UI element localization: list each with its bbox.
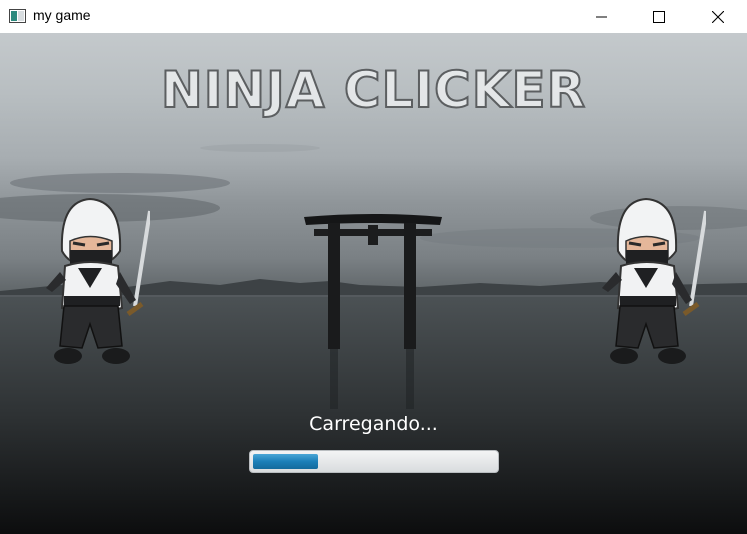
ninja-character-right[interactable]: [596, 196, 706, 371]
close-icon: [712, 10, 724, 23]
game-scene[interactable]: NINJA CLICKER Carregando...: [0, 33, 747, 534]
app-window-icon: [9, 9, 26, 23]
loading-text: Carregando...: [309, 413, 438, 435]
minimize-icon: [596, 16, 607, 17]
window-titlebar: my game: [0, 0, 747, 33]
close-button[interactable]: [695, 0, 741, 33]
minimize-button[interactable]: [579, 0, 625, 33]
game-title: NINJA CLICKER: [160, 60, 587, 120]
maximize-icon: [653, 10, 665, 23]
loading-progress-bar: [249, 450, 499, 473]
loading-progress-fill: [253, 454, 319, 469]
maximize-button[interactable]: [636, 0, 682, 33]
window-title: my game: [33, 7, 91, 23]
ninja-character-left[interactable]: [40, 196, 150, 371]
